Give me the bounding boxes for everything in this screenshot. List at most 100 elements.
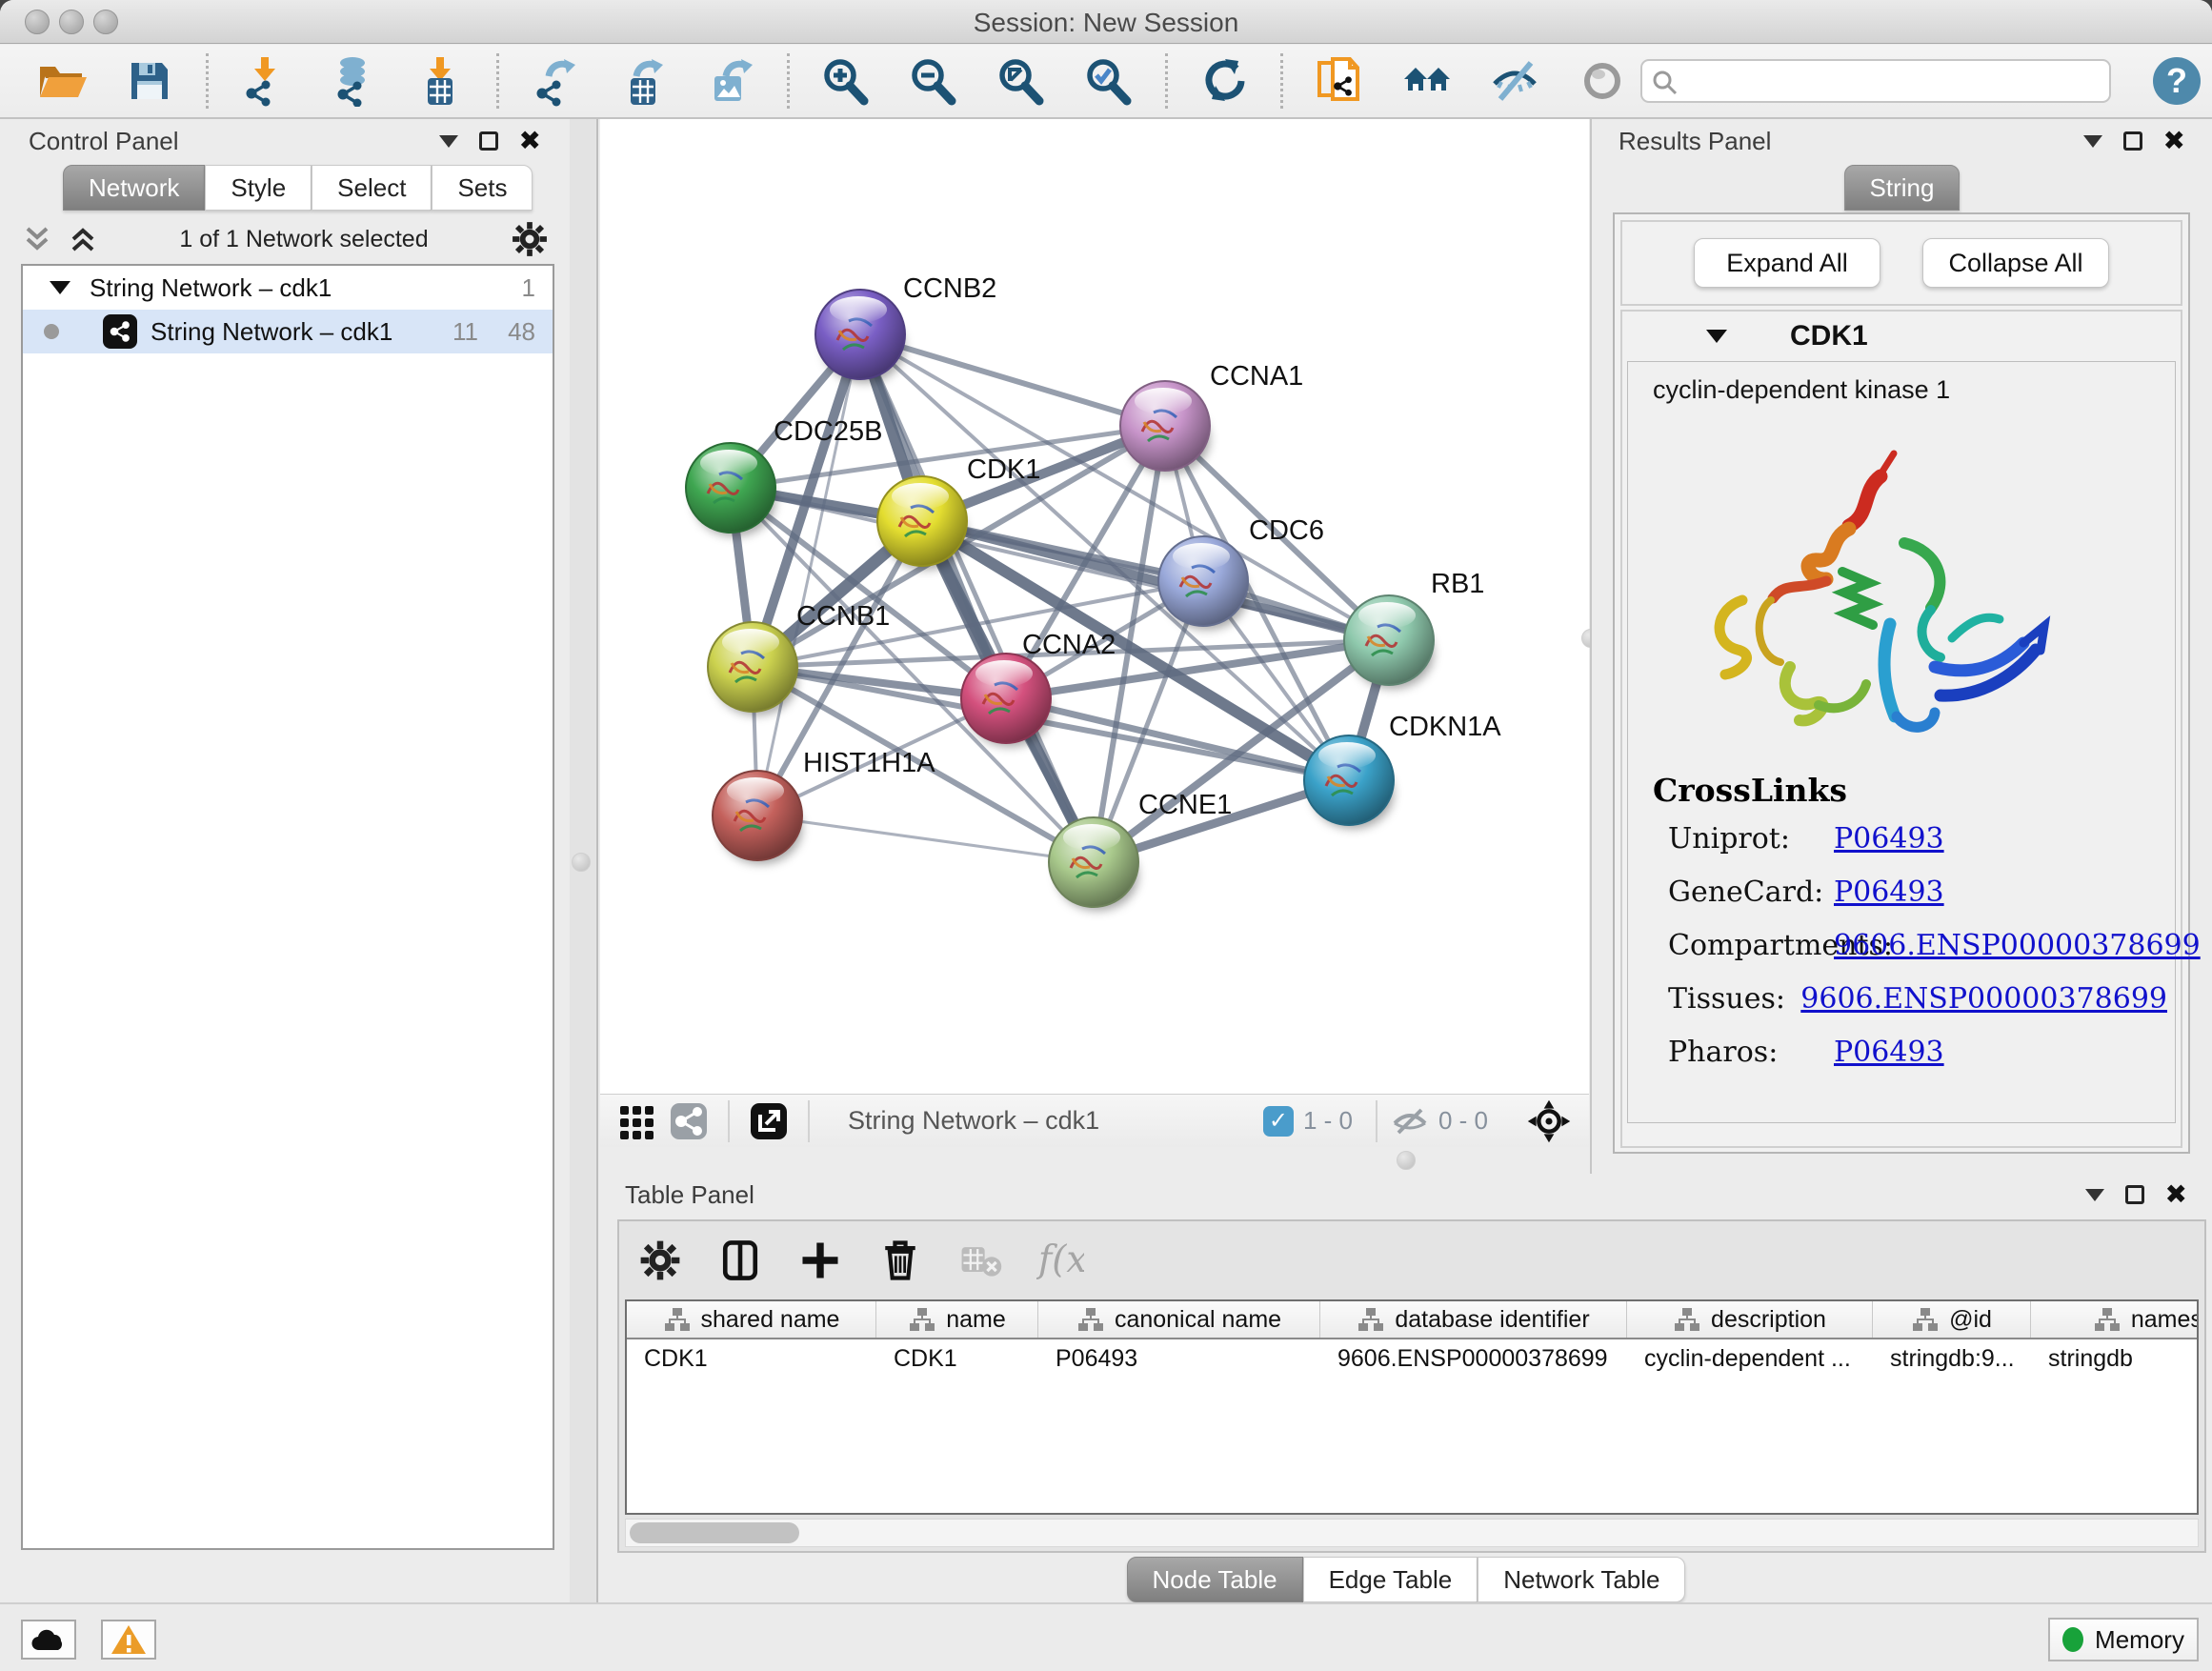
crosslink-link[interactable]: 9606.ENSP00000378699 xyxy=(1800,982,2167,1016)
close-panel-icon[interactable]: ✖ xyxy=(519,131,541,151)
gear-button[interactable] xyxy=(633,1233,688,1288)
tab-node-table[interactable]: Node Table xyxy=(1127,1557,1303,1602)
expand-all-tree-icon[interactable] xyxy=(21,223,53,255)
share-document-button[interactable] xyxy=(1312,53,1367,109)
export-table-button[interactable] xyxy=(615,53,671,109)
table-cell[interactable]: stringdb xyxy=(2031,1339,2199,1379)
trash-button[interactable] xyxy=(873,1233,928,1288)
network-node-RB1[interactable]: RB1 xyxy=(1344,569,1484,689)
network-node-CDC25B[interactable]: CDC25B xyxy=(686,416,882,536)
add-button[interactable] xyxy=(793,1233,848,1288)
memory-button[interactable]: Memory xyxy=(2048,1618,2199,1661)
crosslink-link[interactable]: P06493 xyxy=(1834,1036,1944,1069)
table-cell[interactable]: stringdb:9... xyxy=(1873,1339,2031,1379)
tab-network[interactable]: Network xyxy=(63,165,205,211)
float-panel-icon[interactable] xyxy=(479,131,498,151)
help-button[interactable]: ? xyxy=(2153,57,2201,105)
table-cell[interactable]: CDK1 xyxy=(876,1339,1038,1379)
hidden-eye-icon[interactable] xyxy=(1391,1102,1429,1140)
function-button[interactable]: f(x) xyxy=(1033,1233,1088,1288)
export-network-button[interactable] xyxy=(528,53,583,109)
network-options-gear-icon[interactable] xyxy=(509,218,551,260)
import-table-button[interactable] xyxy=(412,53,468,109)
zoom-in-button[interactable] xyxy=(818,53,874,109)
collapse-all-tree-icon[interactable] xyxy=(67,223,99,255)
panel-splitter[interactable] xyxy=(570,119,598,1602)
tab-select[interactable]: Select xyxy=(312,165,432,211)
close-panel-icon[interactable]: ✖ xyxy=(2165,1185,2187,1204)
network-node-CCNA1[interactable]: CCNA1 xyxy=(1120,361,1303,474)
refresh-button[interactable] xyxy=(1196,53,1252,109)
edge-CCNB2-CCNA1[interactable] xyxy=(860,334,1165,426)
network-collection-row[interactable]: String Network – cdk1 1 xyxy=(23,266,553,310)
column-header-description[interactable]: description xyxy=(1627,1301,1873,1338)
network-row[interactable]: String Network – cdk1 11 48 xyxy=(23,310,553,353)
zoom-out-button[interactable] xyxy=(906,53,961,109)
warnings-button[interactable] xyxy=(101,1620,156,1660)
crosslink-link[interactable]: P06493 xyxy=(1834,822,1944,856)
bottom-splitter-grip[interactable] xyxy=(1397,1151,1416,1170)
table-cell[interactable]: 9606.ENSP00000378699 xyxy=(1320,1339,1627,1379)
crosslink-link[interactable]: P06493 xyxy=(1834,876,1944,909)
hide-eye-button[interactable] xyxy=(1487,53,1542,109)
network-node-CDKN1A[interactable]: CDKN1A xyxy=(1304,712,1501,829)
column-header-namespace[interactable]: namespace xyxy=(2031,1301,2199,1338)
preview-eye-button[interactable] xyxy=(1575,53,1630,109)
cdk1-section-header[interactable]: CDK1 xyxy=(1622,312,2181,361)
birds-eye-view-button[interactable] xyxy=(1520,1097,1578,1146)
collapse-section-icon[interactable] xyxy=(1706,330,1727,343)
open-in-new-window-button[interactable] xyxy=(743,1099,794,1143)
tab-string[interactable]: String xyxy=(1844,165,1961,211)
edge-CCNE1-HIST1H1A[interactable] xyxy=(757,815,1094,862)
float-panel-icon[interactable] xyxy=(2125,1185,2144,1204)
selected-checkbox-icon[interactable]: ✓ xyxy=(1263,1106,1294,1137)
save-button[interactable] xyxy=(122,53,177,109)
network-canvas[interactable]: CCNB2CCNA1CDC25BCDK1CDC6RB1CCNB1CCNA2CDK… xyxy=(600,119,1589,1094)
table-row[interactable]: CDK1CDK1P064939606.ENSP00000378699cyclin… xyxy=(627,1339,2197,1379)
column-header-name[interactable]: name xyxy=(876,1301,1038,1338)
network-share-view-button[interactable] xyxy=(663,1099,714,1143)
float-panel-icon[interactable] xyxy=(2123,131,2142,151)
panel-menu-icon[interactable] xyxy=(439,135,458,148)
zoom-fit-button[interactable] xyxy=(994,53,1049,109)
export-image-button[interactable] xyxy=(703,53,758,109)
network-graph[interactable]: CCNB2CCNA1CDC25BCDK1CDC6RB1CCNB1CCNA2CDK… xyxy=(600,119,1589,1094)
collapse-arrow-icon[interactable] xyxy=(50,281,70,294)
tab-sets[interactable]: Sets xyxy=(432,165,533,211)
panel-menu-icon[interactable] xyxy=(2083,135,2102,148)
close-panel-icon[interactable]: ✖ xyxy=(2163,131,2185,151)
panel-menu-icon[interactable] xyxy=(2085,1189,2104,1201)
table-scrollbar[interactable] xyxy=(625,1519,2199,1547)
export-image-icon xyxy=(705,55,756,107)
import-network-icon xyxy=(239,55,291,107)
grid-view-button[interactable] xyxy=(612,1099,663,1143)
import-database-button[interactable] xyxy=(325,53,380,109)
table-cell[interactable]: P06493 xyxy=(1038,1339,1320,1379)
column-header-label: namespace xyxy=(2131,1306,2199,1334)
column-header--id[interactable]: @id xyxy=(1873,1301,2031,1338)
home-multiple-button[interactable] xyxy=(1399,53,1455,109)
column-header-shared-name[interactable]: shared name xyxy=(627,1301,876,1338)
edge-layer[interactable] xyxy=(731,334,1389,862)
expand-all-button[interactable]: Expand All xyxy=(1694,238,1880,288)
tab-edge-table[interactable]: Edge Table xyxy=(1303,1557,1478,1602)
network-node-HIST1H1A[interactable]: HIST1H1A xyxy=(713,748,935,864)
splitter-grip[interactable] xyxy=(572,853,591,872)
column-header-database-identifier[interactable]: database identifier xyxy=(1320,1301,1627,1338)
cloud-status-button[interactable] xyxy=(21,1620,76,1660)
tab-network-table[interactable]: Network Table xyxy=(1478,1557,1685,1602)
import-network-button[interactable] xyxy=(237,53,292,109)
search-input[interactable] xyxy=(1686,63,2105,99)
zoom-selected-button[interactable] xyxy=(1081,53,1136,109)
open-button[interactable] xyxy=(34,53,90,109)
crosslink-link[interactable]: 9606.ENSP00000378699 xyxy=(1834,929,2201,962)
table-cell[interactable]: CDK1 xyxy=(627,1339,876,1379)
columns-button[interactable] xyxy=(713,1233,768,1288)
table-scrollbar-thumb[interactable] xyxy=(630,1522,799,1543)
column-header-canonical-name[interactable]: canonical name xyxy=(1038,1301,1320,1338)
table-delete-button[interactable] xyxy=(953,1233,1008,1288)
column-header-label: name xyxy=(946,1306,1006,1334)
tab-style[interactable]: Style xyxy=(205,165,312,211)
collapse-all-button[interactable]: Collapse All xyxy=(1922,238,2109,288)
table-cell[interactable]: cyclin-dependent ... xyxy=(1627,1339,1873,1379)
